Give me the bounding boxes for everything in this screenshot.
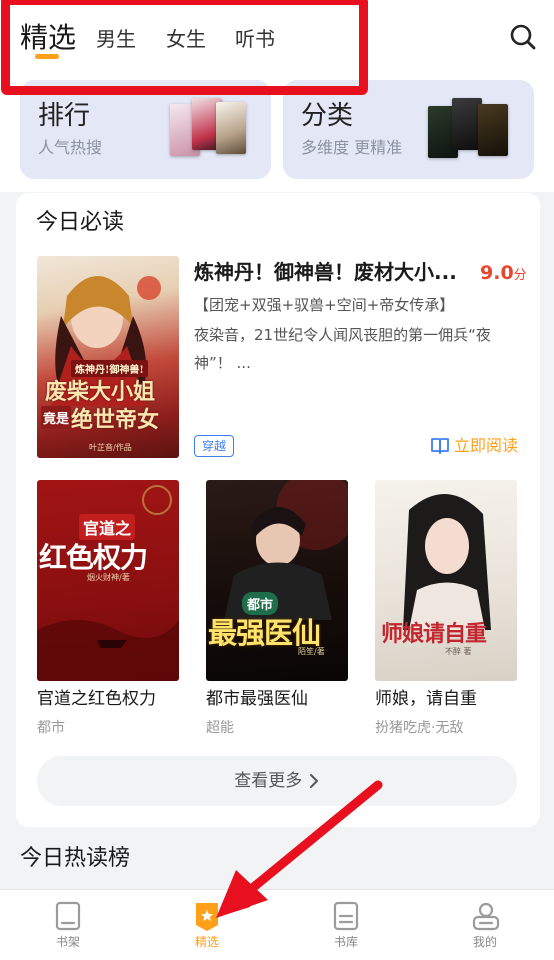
tab-male[interactable]: 男生 <box>96 24 136 54</box>
book-cover[interactable]: 都市 最强医仙 陌笙/著 <box>206 480 348 681</box>
nav-bookshelf[interactable]: 书架 <box>18 890 118 960</box>
nav-label: 我的 <box>472 935 497 949</box>
genre-badge: 穿越 <box>194 435 235 457</box>
channel-tabs: 精选 男生 女生 听书 <box>0 0 554 78</box>
tab-audiobook[interactable]: 听书 <box>235 24 275 54</box>
book-cover[interactable]: 师娘请自重 不醉 著 <box>375 480 517 681</box>
nav-label: 书架 <box>55 935 80 949</box>
book-category: 都市 <box>37 720 65 736</box>
featured-icon <box>196 903 218 931</box>
book-cover-title: 师娘请自重 <box>381 621 487 647</box>
category-book-thumb <box>478 104 508 156</box>
category-card[interactable]: 分类 多维度 更精准 <box>283 80 534 179</box>
book-cover-author: 烟火财神/著 <box>87 573 130 582</box>
book-title[interactable]: 都市最强医仙 <box>206 686 308 712</box>
daily-must-read-card: 今日必读 炼神丹!御神兽! 废柴大小姐 竟是 绝世帝女 叶芷音/作品 炼神丹！御… <box>16 193 540 827</box>
bookshelf-icon <box>55 901 81 931</box>
book-cover[interactable]: 官道之 红色权力 烟火财神/著 <box>37 480 179 681</box>
category-title: 分类 <box>301 101 354 131</box>
book-category: 超能 <box>206 720 234 736</box>
featured-tags: 【团宠+双强+驭兽+空间+帝女传承】 <box>194 296 455 314</box>
nav-profile[interactable]: 我的 <box>435 890 535 960</box>
ranking-title: 排行 <box>38 101 91 131</box>
featured-description: 夜染音，21世纪令人闻风丧胆的第一佣兵“夜神”！ ... <box>194 326 491 372</box>
ranking-subtitle: 人气热搜 <box>38 138 103 157</box>
nav-library[interactable]: 书库 <box>296 890 396 960</box>
search-icon[interactable] <box>508 22 538 52</box>
active-tab-indicator <box>35 54 59 59</box>
read-now-label: 立即阅读 <box>454 436 519 455</box>
book-cover-author: 陌笙/著 <box>298 647 325 656</box>
section-title-hot: 今日热读榜 <box>20 846 131 871</box>
tab-female[interactable]: 女生 <box>166 24 206 54</box>
library-icon <box>333 901 359 931</box>
ranking-card[interactable]: 排行 人气热搜 <box>20 80 271 179</box>
tab-featured[interactable]: 精选 <box>20 18 76 58</box>
nav-featured[interactable]: 精选 <box>157 890 257 960</box>
book-title[interactable]: 师娘，请自重 <box>375 686 477 712</box>
top-header: 精选 男生 女生 听书 排行 人气热搜 分类 多维度 更精准 <box>0 0 554 192</box>
featured-book-title[interactable]: 炼神丹！御神兽！废材大小... <box>194 257 464 287</box>
see-more-button[interactable]: 查看更多 <box>37 756 517 806</box>
book-cover-title: 红色权力 <box>39 541 148 574</box>
book-cover-author: 不醉 著 <box>445 647 472 656</box>
featured-book-cover[interactable]: 炼神丹!御神兽! 废柴大小姐 竟是 绝世帝女 叶芷音/作品 <box>37 256 179 458</box>
profile-icon <box>472 902 500 931</box>
category-subtitle: 多维度 更精准 <box>301 138 403 157</box>
section-title-daily: 今日必读 <box>36 210 125 235</box>
featured-score: 9.0分 <box>480 259 527 287</box>
open-book-icon <box>431 438 449 454</box>
book-category: 扮猪吃虎·无敌 <box>375 720 464 736</box>
featured-cover-author: 叶芷音/作品 <box>89 443 132 452</box>
book-title[interactable]: 官道之红色权力 <box>37 686 156 712</box>
see-more-label: 查看更多 <box>234 771 303 791</box>
chevron-right-icon <box>309 774 318 788</box>
ranking-book-thumb <box>216 102 246 154</box>
score-value: 9.0 <box>480 262 514 284</box>
nav-label: 书库 <box>333 935 358 949</box>
featured-cover-title-2: 绝世帝女 <box>71 407 160 433</box>
score-unit: 分 <box>513 268 527 283</box>
featured-cover-text: 竟是 <box>41 406 72 429</box>
bottom-navigation: 书架 精选 书库 我的 <box>0 889 554 960</box>
nav-label: 精选 <box>194 935 219 949</box>
